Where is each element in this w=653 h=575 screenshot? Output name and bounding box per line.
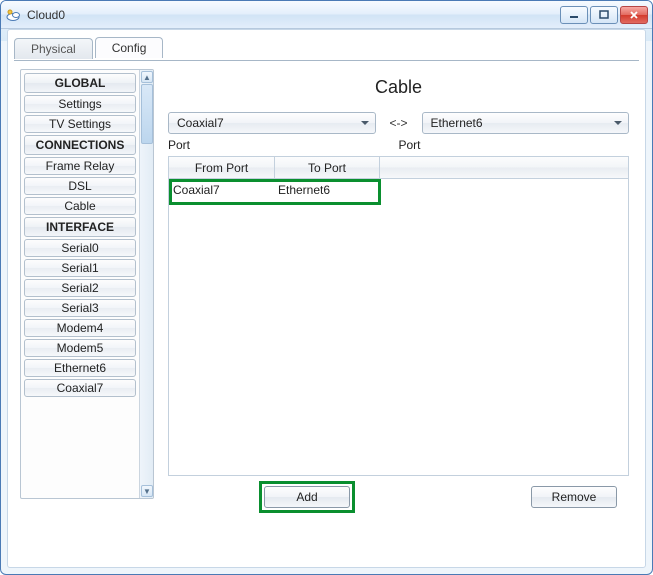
sidebar-item-modem5[interactable]: Modem5 <box>24 339 136 357</box>
button-row: Add Remove <box>168 486 629 508</box>
sidebar-item-serial1[interactable]: Serial1 <box>24 259 136 277</box>
window-buttons <box>560 6 648 24</box>
sidebar-item-modem4[interactable]: Modem4 <box>24 319 136 337</box>
scroll-thumb[interactable] <box>141 84 153 144</box>
sidebar-header-connections: CONNECTIONS <box>24 135 136 155</box>
app-icon <box>5 7 21 23</box>
mapping-table: From Port To Port Coaxial7 Ethernet6 <box>168 156 629 476</box>
cell-to: Ethernet6 <box>274 183 379 197</box>
sidebar-item-coaxial7[interactable]: Coaxial7 <box>24 379 136 397</box>
from-port-value: Coaxial7 <box>177 116 224 130</box>
sidebar-item-dsl[interactable]: DSL <box>24 177 136 195</box>
port-labels: Port Port <box>168 138 629 152</box>
tab-physical[interactable]: Physical <box>14 38 93 59</box>
col-from-port[interactable]: From Port <box>169 157 274 178</box>
port-label-left: Port <box>168 138 399 152</box>
cell-from: Coaxial7 <box>169 183 274 197</box>
titlebar[interactable]: Cloud0 <box>1 1 652 29</box>
sidebar-item-cable[interactable]: Cable <box>24 197 136 215</box>
col-to-port[interactable]: To Port <box>274 157 379 178</box>
sidebar-header-interface: INTERFACE <box>24 217 136 237</box>
panel-title: Cable <box>164 77 633 98</box>
sidebar-item-frame-relay[interactable]: Frame Relay <box>24 157 136 175</box>
sidebar-item-tv-settings[interactable]: TV Settings <box>24 115 136 133</box>
main-panel: Cable Coaxial7 <-> Ethernet6 Port Port F… <box>164 69 633 555</box>
remove-button[interactable]: Remove <box>531 486 617 508</box>
scroll-up-icon[interactable]: ▲ <box>141 71 153 83</box>
sidebar-list: GLOBAL Settings TV Settings CONNECTIONS … <box>21 70 139 498</box>
sidebar-item-ethernet6[interactable]: Ethernet6 <box>24 359 136 377</box>
tab-config[interactable]: Config <box>95 37 164 58</box>
table-row[interactable]: Coaxial7 Ethernet6 <box>169 179 628 201</box>
close-button[interactable] <box>620 6 648 24</box>
table-header: From Port To Port <box>169 157 628 179</box>
port-selection-row: Coaxial7 <-> Ethernet6 <box>168 112 629 134</box>
tab-body: GLOBAL Settings TV Settings CONNECTIONS … <box>14 60 639 561</box>
bidir-arrow-icon: <-> <box>386 116 412 130</box>
sidebar-item-serial2[interactable]: Serial2 <box>24 279 136 297</box>
tab-strip: Physical Config <box>14 36 645 57</box>
content-area: Physical Config GLOBAL Settings TV Setti… <box>7 29 646 568</box>
sidebar: GLOBAL Settings TV Settings CONNECTIONS … <box>20 69 154 499</box>
from-port-combo[interactable]: Coaxial7 <box>168 112 376 134</box>
sidebar-header-global: GLOBAL <box>24 73 136 93</box>
to-port-combo[interactable]: Ethernet6 <box>422 112 630 134</box>
minimize-button[interactable] <box>560 6 588 24</box>
scroll-down-icon[interactable]: ▼ <box>141 485 153 497</box>
sidebar-scrollbar[interactable]: ▲ ▼ <box>139 70 153 498</box>
col-spacer <box>379 157 628 178</box>
to-port-value: Ethernet6 <box>431 116 483 130</box>
sidebar-item-serial3[interactable]: Serial3 <box>24 299 136 317</box>
window: Cloud0 Physical Config GLOBAL Settings T… <box>0 0 653 575</box>
sidebar-item-serial0[interactable]: Serial0 <box>24 239 136 257</box>
sidebar-item-settings[interactable]: Settings <box>24 95 136 113</box>
add-button[interactable]: Add <box>264 486 350 508</box>
window-title: Cloud0 <box>27 8 560 22</box>
maximize-button[interactable] <box>590 6 618 24</box>
port-label-right: Port <box>399 138 630 152</box>
